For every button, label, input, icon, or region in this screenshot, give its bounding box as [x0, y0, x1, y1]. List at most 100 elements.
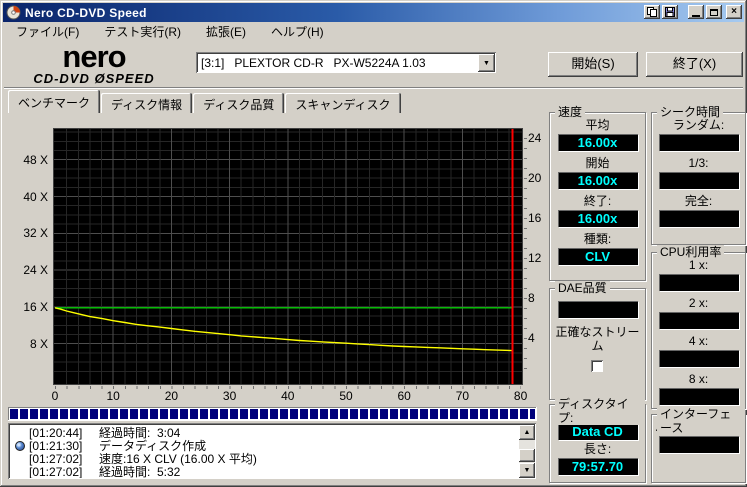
right-axis-ticks	[524, 129, 527, 377]
drive-select-value: [3:1] PLEXTOR CD-R PX-W5224A 1.03	[201, 56, 426, 70]
scroll-down-button[interactable]: ▼	[519, 463, 535, 478]
accurate-stream-label: 正確なストリーム	[555, 325, 640, 353]
save-results-button[interactable]	[662, 5, 678, 19]
log-entry-2: [01:27:02] 速度:16 X CLV (16.00 X 平均)	[11, 451, 517, 467]
menu-item-2[interactable]: 拡張(E)	[197, 21, 255, 43]
tab-2[interactable]: ディスク品質	[193, 93, 285, 113]
log-entry-time: [01:27:02]	[29, 464, 83, 479]
cpu-value-display	[658, 350, 739, 367]
speed-field-label: 種類:	[583, 232, 612, 246]
app-icon	[6, 5, 21, 20]
speed-value-display: 16.00x	[557, 134, 638, 151]
toolbar-separator	[4, 87, 743, 88]
cpu-field-label: 1 x:	[688, 258, 709, 272]
tab-1[interactable]: ディスク情報	[101, 93, 193, 113]
maximize-button[interactable]	[706, 5, 722, 19]
speed-value-display: 16.00x	[557, 172, 638, 189]
cd-icon	[15, 440, 25, 451]
seek-time-group-title: シーク時間	[657, 105, 724, 119]
scroll-down-icon: ▼	[523, 467, 531, 474]
scroll-up-icon: ▲	[523, 429, 531, 436]
title-bar[interactable]: Nero CD-DVD Speed ×	[3, 3, 744, 22]
x-tick-label: 10	[106, 389, 120, 403]
cpu-value-display	[658, 312, 739, 329]
speed-group: 速度 平均 16.00x 開始 16.00x 終了: 16.00x 種類: CLV	[549, 105, 646, 281]
nero-logo-subtitle: CD-DVD ØSPEED	[33, 71, 155, 86]
log-entry-0: [01:20:44] 経過時間: 3:04	[11, 426, 517, 440]
chart-canvas	[54, 129, 522, 384]
exit-button[interactable]: 終了(X)	[646, 52, 743, 77]
x-tick-label: 60	[397, 389, 411, 403]
y-left-tick-label: 8 X	[29, 336, 48, 351]
log-entry-time: [01:27:02]	[29, 451, 83, 466]
copy-results-button[interactable]	[644, 5, 660, 19]
disc-field-label: 長さ:	[583, 442, 612, 456]
nero-logo-word: nero	[62, 39, 126, 74]
tab-0[interactable]: ベンチマーク	[8, 90, 101, 113]
log-scrollbar[interactable]: ▲ ▼	[519, 425, 535, 478]
seek-time-group: シーク時間 ランダム: 1/3: 完全:	[651, 105, 746, 245]
y-left-tick-label: 16 X	[23, 299, 48, 314]
nero-logo: nero CD-DVD ØSPEED	[10, 39, 178, 86]
benchmark-chart	[53, 128, 523, 385]
drive-select-dropdown-button[interactable]: ▼	[478, 54, 495, 72]
log-entry-time: [01:20:44]	[29, 426, 83, 440]
tab-3[interactable]: スキャンディスク	[285, 93, 401, 113]
speed-group-title: 速度	[555, 105, 586, 119]
cpu-usage-group: CPU利用率 1 x: 2 x: 4 x: 8 x:	[651, 245, 746, 409]
y-left-tick-label: 32 X	[23, 226, 48, 241]
minimize-icon	[692, 14, 700, 17]
y-left-tick-label: 48 X	[23, 152, 48, 167]
y-left-tick-label: 40 X	[23, 189, 48, 204]
scroll-up-button[interactable]: ▲	[519, 425, 535, 440]
x-tick-label: 20	[164, 389, 179, 403]
seek-field-label: ランダム:	[672, 118, 725, 132]
cpu-field-label: 4 x:	[688, 334, 709, 348]
cpu-usage-group-title: CPU利用率	[657, 245, 725, 259]
speed-field-label: 平均	[585, 118, 610, 132]
speed-value-display: 16.00x	[557, 210, 638, 227]
disc-value-display: Data CD	[557, 423, 638, 440]
x-tick-label: 50	[339, 389, 353, 403]
drive-select[interactable]: [3:1] PLEXTOR CD-R PX-W5224A 1.03 ▼	[196, 52, 497, 74]
disc-type-group-title: ディスクタイプ:	[555, 397, 645, 425]
log-entry-1: [01:21:30] データディスク作成	[11, 439, 517, 453]
x-tick-label: 70	[455, 389, 470, 403]
copy-icon	[647, 7, 657, 17]
disc-type-group: ディスクタイプ: 種類Data CD長さ:79:57.70	[549, 397, 646, 483]
tab-strip: ベンチマーク ディスク情報 ディスク品質 スキャンディスク	[8, 90, 402, 113]
minimize-button[interactable]	[688, 5, 704, 19]
x-tick-label: 30	[222, 389, 237, 403]
scrollbar-thumb[interactable]	[519, 449, 535, 462]
x-axis-ticks	[55, 386, 521, 389]
x-tick-label: 0	[51, 389, 59, 403]
interface-group: インターフェース バーストレート:	[651, 407, 746, 483]
seek-value-display	[658, 134, 739, 151]
dae-quality-group: DAE品質 正確なストリーム	[549, 281, 646, 400]
cpu-field-label: 8 x:	[688, 372, 709, 386]
close-icon: ×	[731, 6, 737, 17]
x-tick-label: 80	[513, 389, 528, 403]
y-left-tick-label: 24 X	[23, 263, 48, 278]
seek-field-label: 完全:	[684, 194, 713, 208]
speed-field-label: 終了:	[583, 194, 612, 208]
seek-value-display	[658, 172, 739, 189]
menu-item-3[interactable]: ヘルプ(H)	[262, 21, 333, 43]
speed-field-label: 開始	[585, 156, 610, 170]
start-button[interactable]: 開始(S)	[548, 52, 638, 77]
interface-group-title: インターフェース	[657, 407, 745, 435]
dae-group-title: DAE品質	[555, 281, 610, 295]
close-button[interactable]: ×	[726, 5, 742, 19]
status-log[interactable]: [01:20:44] 経過時間: 3:04 [01:21:30] データディスク作成[…	[8, 423, 537, 480]
cpu-value-display	[658, 274, 739, 291]
accurate-stream-checkbox[interactable]	[591, 360, 604, 373]
x-tick-label: 40	[281, 389, 295, 403]
chevron-down-icon: ▼	[483, 59, 490, 67]
iface-value-display	[658, 436, 739, 453]
cpu-field-label: 2 x:	[688, 296, 709, 310]
log-entry-text: 経過時間: 5:32	[99, 465, 181, 478]
progress-fill	[10, 409, 535, 419]
window-title: Nero CD-DVD Speed	[25, 5, 147, 20]
test-progress-bar	[8, 407, 537, 421]
cpu-value-display	[658, 388, 739, 405]
